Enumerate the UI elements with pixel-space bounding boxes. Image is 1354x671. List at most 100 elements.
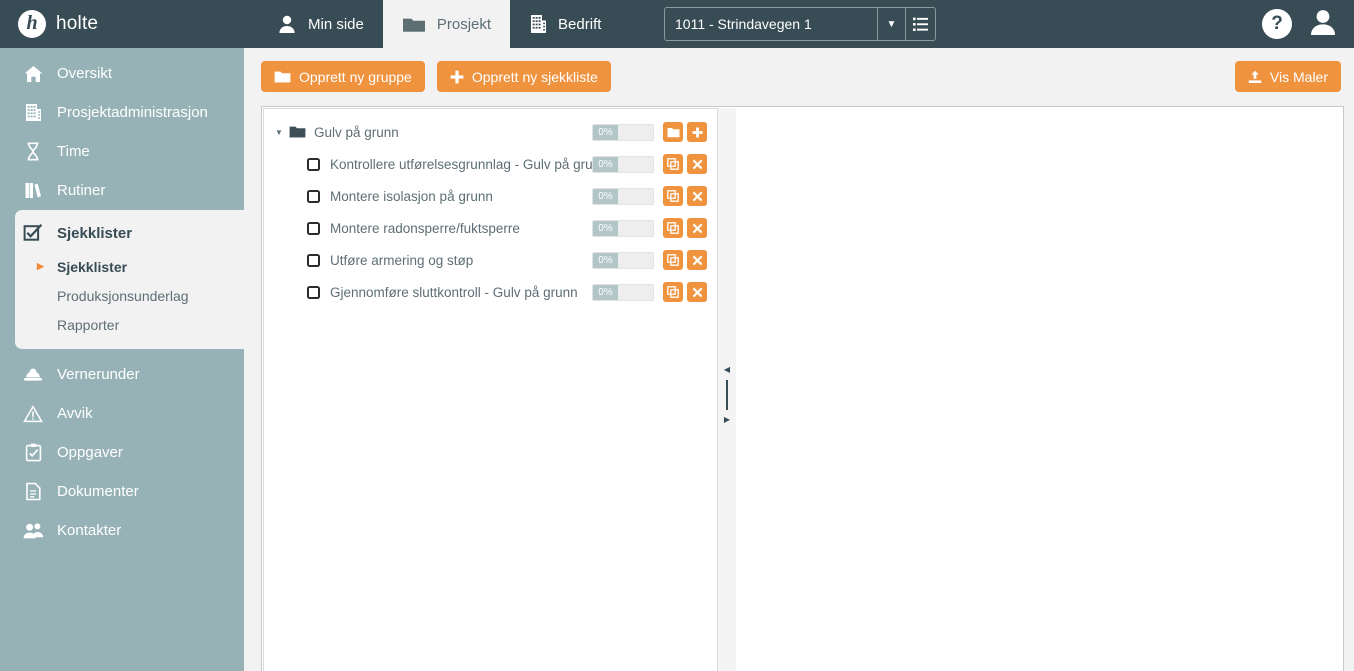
toolbar-left-actions: Opprett ny gruppe Opprett ny sjekkliste (261, 61, 611, 92)
add-checklist-button[interactable] (687, 122, 707, 142)
folder-open-icon (286, 125, 308, 139)
checkbox-checked-icon (22, 223, 44, 243)
sidebar-item-oversikt[interactable]: Oversikt (0, 54, 244, 93)
progress-bar: 0% (592, 187, 654, 205)
sidebar-item-sjekklister[interactable]: Sjekklister (15, 214, 244, 252)
add-folder-button[interactable] (663, 122, 683, 142)
sidebar-item-label: Time (57, 143, 90, 160)
sidebar-item-rutiner[interactable]: Rutiner (0, 171, 244, 210)
panel-splitter[interactable]: ◀ ▶ (718, 108, 736, 671)
plus-icon (450, 70, 464, 84)
tab-label: Bedrift (558, 15, 602, 33)
sidebar-subitem-label: Produksjonsunderlag (57, 287, 189, 304)
show-templates-button[interactable]: Vis Maler (1234, 61, 1341, 92)
caret-right-icon: ▶ (37, 261, 44, 271)
building-icon (529, 14, 547, 34)
sidebar-subitem-produksjonsunderlag[interactable]: Produksjonsunderlag (15, 281, 244, 310)
sidebar-item-avvik[interactable]: Avvik (0, 394, 244, 433)
sidebar-item-vernerunder[interactable]: Vernerunder (0, 355, 244, 394)
copy-checklist-button[interactable] (663, 282, 683, 302)
sidebar-item-label: Prosjektadministrasjon (57, 104, 208, 121)
main-content: Opprett ny gruppe Opprett ny sjekkliste (244, 48, 1354, 671)
caret-left-icon[interactable]: ◀ (724, 365, 730, 374)
show-templates-label: Vis Maler (1269, 68, 1328, 85)
checklist-tree: ▼ Gulv på grunn 0% Kontrollere utførelse… (264, 109, 717, 308)
tree-row-actions: 0% (592, 212, 707, 244)
sidebar-item-kontakter[interactable]: Kontakter (0, 511, 244, 550)
tree-row-checklist[interactable]: Utføre armering og støp 0% (264, 244, 717, 276)
tree-row-label: Gjennomføre sluttkontroll - Gulv på grun… (330, 284, 578, 300)
list-icon[interactable] (905, 8, 935, 40)
sidebar-item-label: Oppgaver (57, 444, 123, 461)
create-group-label: Opprett ny gruppe (299, 68, 412, 85)
checklist-panel-container: ▼ Gulv på grunn 0% Kontrollere utførelse… (261, 106, 1344, 671)
delete-checklist-button[interactable] (687, 186, 707, 206)
checkbox-empty-icon[interactable] (302, 253, 324, 267)
tree-row-label: Montere radonsperre/fuktsperre (330, 220, 520, 236)
tree-row-checklist[interactable]: Montere radonsperre/fuktsperre 0% (264, 212, 717, 244)
person-icon (277, 14, 297, 34)
help-label: ? (1271, 13, 1283, 34)
project-selector[interactable]: 1011 - Strindavegen 1 ▼ (664, 7, 936, 41)
create-checklist-button[interactable]: Opprett ny sjekkliste (436, 61, 611, 92)
checklist-action-buttons (663, 250, 707, 270)
checklist-tree-panel: ▼ Gulv på grunn 0% Kontrollere utførelse… (263, 108, 718, 671)
tree-row-checklist[interactable]: Montere isolasjon på grunn 0% (264, 180, 717, 212)
checklist-action-buttons (663, 186, 707, 206)
sidebar-item-prosjektadministrasjon[interactable]: Prosjektadministrasjon (0, 93, 244, 132)
topbar: Min side Prosjekt Bedrift 1011 - Strinda… (244, 0, 1354, 48)
sidebar-subitem-sjekklister[interactable]: ▶ Sjekklister (15, 252, 244, 281)
warning-triangle-icon (22, 404, 44, 423)
copy-checklist-button[interactable] (663, 218, 683, 238)
progress-value: 0% (593, 188, 618, 204)
progress-bar: 0% (592, 155, 654, 173)
user-avatar-icon[interactable] (1308, 7, 1338, 42)
main-tabs: Min side Prosjekt Bedrift (258, 0, 620, 48)
copy-checklist-button[interactable] (663, 154, 683, 174)
copy-checklist-button[interactable] (663, 186, 683, 206)
create-group-button[interactable]: Opprett ny gruppe (261, 61, 425, 92)
tab-label: Prosjekt (436, 15, 492, 33)
checklist-action-buttons (663, 154, 707, 174)
checkbox-empty-icon[interactable] (302, 285, 324, 299)
checkbox-empty-icon[interactable] (302, 189, 324, 203)
clipboard-check-icon (22, 443, 44, 462)
brand-logo-letter: h (26, 12, 38, 34)
sidebar-subitem-label: Sjekklister (57, 258, 128, 275)
holte-logo-icon: h (18, 10, 46, 38)
delete-checklist-button[interactable] (687, 250, 707, 270)
content-toolbar: Opprett ny gruppe Opprett ny sjekkliste (244, 61, 1354, 95)
sidebar-subitem-rapporter[interactable]: Rapporter (15, 310, 244, 339)
books-icon (22, 181, 44, 200)
sidebar-item-label: Dokumenter (57, 483, 139, 500)
copy-checklist-button[interactable] (663, 250, 683, 270)
checkbox-empty-icon[interactable] (302, 221, 324, 235)
splitter-grip[interactable] (726, 379, 728, 410)
sidebar-item-time[interactable]: Time (0, 132, 244, 171)
app-root: h holte Oversikt Prosjektadministrasjon … (0, 0, 1354, 671)
delete-checklist-button[interactable] (687, 218, 707, 238)
progress-value: 0% (593, 124, 618, 140)
tab-bedrift[interactable]: Bedrift (510, 0, 620, 48)
sidebar-item-oppgaver[interactable]: Oppgaver (0, 433, 244, 472)
caret-right-icon[interactable]: ▶ (724, 415, 730, 424)
tree-row-group[interactable]: ▼ Gulv på grunn 0% (264, 116, 717, 148)
tab-prosjekt[interactable]: Prosjekt (382, 0, 511, 48)
delete-checklist-button[interactable] (687, 282, 707, 302)
sidebar-item-label: Vernerunder (57, 366, 140, 383)
helmet-icon (22, 367, 44, 383)
chevron-down-icon[interactable]: ▼ (877, 8, 905, 40)
tab-label: Min side (308, 15, 364, 33)
tab-min-side[interactable]: Min side (258, 0, 383, 48)
question-mark-icon[interactable]: ? (1262, 9, 1292, 39)
tree-row-checklist[interactable]: Gjennomføre sluttkontroll - Gulv på grun… (264, 276, 717, 308)
home-icon (22, 65, 44, 83)
progress-value: 0% (593, 252, 618, 268)
tree-row-actions: 0% (592, 148, 707, 180)
tree-row-checklist[interactable]: Kontrollere utførelsesgrunnlag - Gulv på… (264, 148, 717, 180)
checkbox-empty-icon[interactable] (302, 157, 324, 171)
sidebar-item-dokumenter[interactable]: Dokumenter (0, 472, 244, 511)
caret-expanded-icon[interactable]: ▼ (272, 128, 286, 137)
project-selector-value[interactable]: 1011 - Strindavegen 1 (665, 8, 877, 40)
delete-checklist-button[interactable] (687, 154, 707, 174)
